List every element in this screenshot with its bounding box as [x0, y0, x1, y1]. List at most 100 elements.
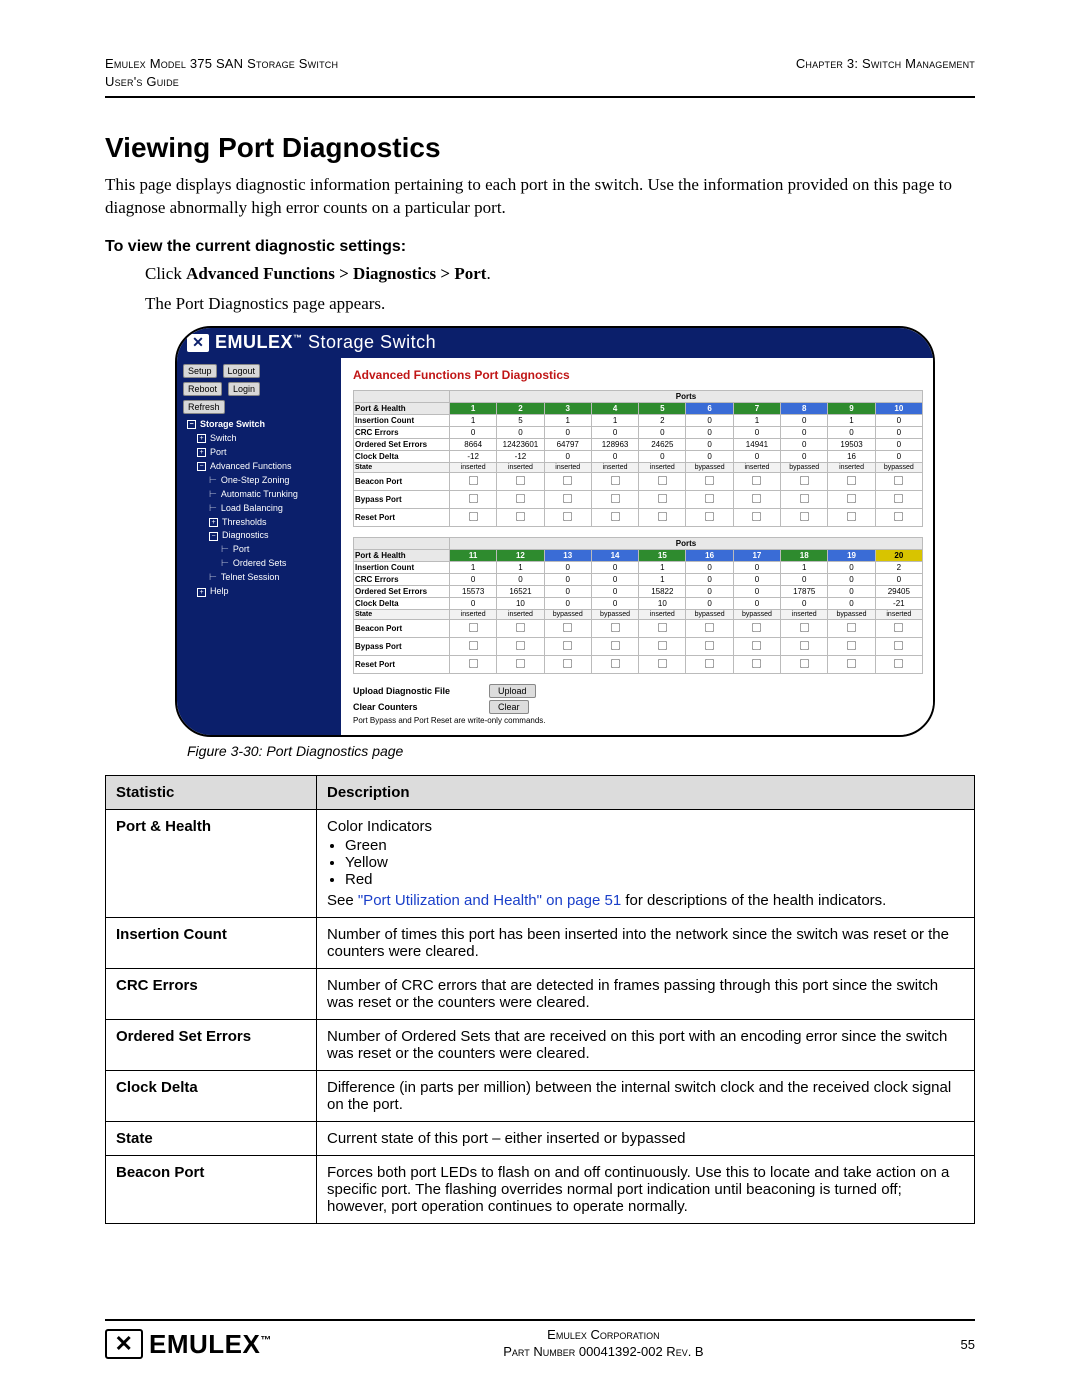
reset-port-checkbox[interactable]: [563, 659, 572, 668]
reset-port-checkbox[interactable]: [469, 659, 478, 668]
port-health-cell[interactable]: 2: [497, 402, 544, 414]
tree-item[interactable]: +Thresholds: [183, 516, 335, 530]
port-health-cell[interactable]: 9: [828, 402, 875, 414]
reset-port-checkbox[interactable]: [894, 512, 903, 521]
beacon-port-checkbox[interactable]: [658, 623, 667, 632]
beacon-port-checkbox[interactable]: [658, 476, 667, 485]
reset-port-checkbox[interactable]: [847, 659, 856, 668]
port-health-cell[interactable]: 17: [733, 549, 780, 561]
bypass-port-checkbox[interactable]: [563, 494, 572, 503]
cross-reference-link[interactable]: "Port Utilization and Health" on page 51: [358, 892, 621, 909]
port-health-cell[interactable]: 11: [450, 549, 497, 561]
clear-button[interactable]: Clear: [489, 700, 529, 714]
bypass-port-checkbox[interactable]: [847, 494, 856, 503]
reset-port-checkbox[interactable]: [752, 512, 761, 521]
bypass-port-checkbox[interactable]: [469, 494, 478, 503]
port-health-cell[interactable]: 20: [875, 549, 922, 561]
reset-port-checkbox[interactable]: [705, 659, 714, 668]
port-health-cell[interactable]: 16: [686, 549, 733, 561]
bypass-port-checkbox[interactable]: [847, 641, 856, 650]
bypass-port-checkbox[interactable]: [610, 641, 619, 650]
bypass-port-checkbox[interactable]: [469, 641, 478, 650]
bypass-port-checkbox[interactable]: [752, 494, 761, 503]
bypass-port-checkbox[interactable]: [658, 494, 667, 503]
bypass-port-checkbox[interactable]: [894, 641, 903, 650]
tree-item[interactable]: Telnet Session: [183, 571, 335, 585]
login-button[interactable]: Login: [228, 382, 260, 396]
reset-port-checkbox[interactable]: [894, 659, 903, 668]
tree-root[interactable]: −Storage Switch: [183, 418, 335, 432]
port-health-cell[interactable]: 5: [639, 402, 686, 414]
beacon-port-checkbox[interactable]: [469, 476, 478, 485]
port-health-cell[interactable]: 15: [639, 549, 686, 561]
tree-item[interactable]: −Diagnostics: [183, 529, 335, 543]
bypass-port-checkbox[interactable]: [563, 641, 572, 650]
port-health-cell[interactable]: 6: [686, 402, 733, 414]
bypass-port-checkbox[interactable]: [705, 494, 714, 503]
reset-port-checkbox[interactable]: [516, 512, 525, 521]
beacon-port-checkbox[interactable]: [705, 623, 714, 632]
beacon-port-checkbox[interactable]: [752, 476, 761, 485]
beacon-port-checkbox[interactable]: [610, 623, 619, 632]
beacon-port-checkbox[interactable]: [563, 476, 572, 485]
bypass-port-checkbox[interactable]: [610, 494, 619, 503]
refresh-button[interactable]: Refresh: [183, 400, 225, 414]
reset-port-checkbox[interactable]: [658, 659, 667, 668]
port-health-cell[interactable]: 12: [497, 549, 544, 561]
reset-port-checkbox[interactable]: [610, 659, 619, 668]
tree-item[interactable]: −Advanced Functions: [183, 460, 335, 474]
reset-port-checkbox[interactable]: [516, 659, 525, 668]
bypass-port-checkbox[interactable]: [516, 641, 525, 650]
bypass-port-checkbox[interactable]: [516, 494, 525, 503]
port-health-cell[interactable]: 13: [544, 549, 591, 561]
tree-item[interactable]: +Help: [183, 585, 335, 599]
port-health-cell[interactable]: 14: [591, 549, 638, 561]
beacon-port-checkbox[interactable]: [469, 623, 478, 632]
bypass-port-checkbox[interactable]: [894, 494, 903, 503]
tree-item[interactable]: Load Balancing: [183, 502, 335, 516]
tree-item[interactable]: One-Step Zoning: [183, 474, 335, 488]
port-health-cell[interactable]: 8: [781, 402, 828, 414]
beacon-port-checkbox[interactable]: [894, 623, 903, 632]
beacon-port-checkbox[interactable]: [516, 476, 525, 485]
setup-button[interactable]: Setup: [183, 364, 217, 378]
reset-port-checkbox[interactable]: [705, 512, 714, 521]
reset-port-checkbox[interactable]: [469, 512, 478, 521]
reset-port-checkbox[interactable]: [847, 512, 856, 521]
port-health-cell[interactable]: 7: [733, 402, 780, 414]
beacon-port-checkbox[interactable]: [516, 623, 525, 632]
beacon-port-checkbox[interactable]: [752, 623, 761, 632]
bypass-port-checkbox[interactable]: [800, 494, 809, 503]
bypass-port-checkbox[interactable]: [800, 641, 809, 650]
reset-port-checkbox[interactable]: [800, 659, 809, 668]
tree-item[interactable]: Port: [183, 543, 335, 557]
port-health-cell[interactable]: 4: [591, 402, 638, 414]
tree-item[interactable]: Ordered Sets: [183, 557, 335, 571]
reset-port-checkbox[interactable]: [752, 659, 761, 668]
beacon-port-checkbox[interactable]: [705, 476, 714, 485]
beacon-port-checkbox[interactable]: [800, 476, 809, 485]
tree-item[interactable]: Automatic Trunking: [183, 488, 335, 502]
beacon-port-checkbox[interactable]: [894, 476, 903, 485]
reset-port-checkbox[interactable]: [610, 512, 619, 521]
beacon-port-checkbox[interactable]: [847, 623, 856, 632]
bypass-port-checkbox[interactable]: [752, 641, 761, 650]
port-health-cell[interactable]: 10: [875, 402, 922, 414]
logout-button[interactable]: Logout: [223, 364, 261, 378]
bypass-port-checkbox[interactable]: [658, 641, 667, 650]
beacon-port-checkbox[interactable]: [563, 623, 572, 632]
beacon-port-checkbox[interactable]: [800, 623, 809, 632]
upload-button[interactable]: Upload: [489, 684, 536, 698]
port-health-cell[interactable]: 3: [544, 402, 591, 414]
reset-port-checkbox[interactable]: [658, 512, 667, 521]
reset-port-checkbox[interactable]: [800, 512, 809, 521]
tree-item[interactable]: +Port: [183, 446, 335, 460]
port-health-cell[interactable]: 19: [828, 549, 875, 561]
beacon-port-checkbox[interactable]: [610, 476, 619, 485]
reboot-button[interactable]: Reboot: [183, 382, 222, 396]
beacon-port-checkbox[interactable]: [847, 476, 856, 485]
reset-port-checkbox[interactable]: [563, 512, 572, 521]
tree-item[interactable]: +Switch: [183, 432, 335, 446]
port-health-cell[interactable]: 18: [781, 549, 828, 561]
bypass-port-checkbox[interactable]: [705, 641, 714, 650]
